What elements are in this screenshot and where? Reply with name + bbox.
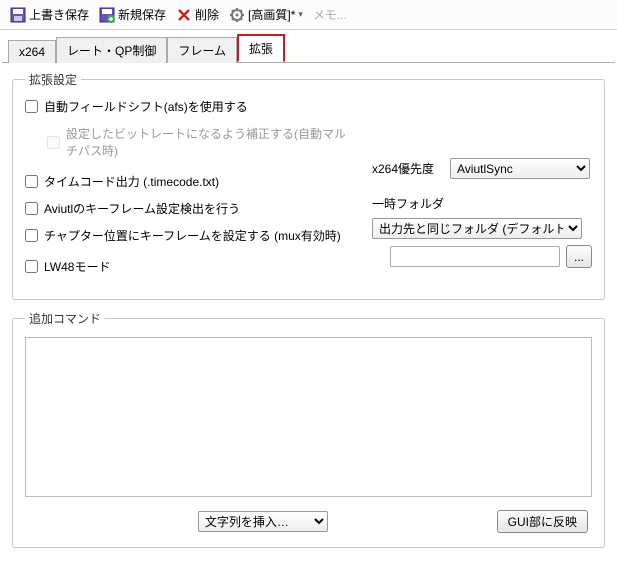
gear-icon <box>229 7 245 23</box>
toolbar: 上書き保存 新規保存 削除 [高画質]* ▾ メモ... <box>0 0 617 30</box>
timecode-label: タイムコード出力 (.timecode.txt) <box>44 173 219 190</box>
insert-string-select[interactable]: 文字列を挿入… <box>198 511 328 532</box>
save-new-button[interactable]: 新規保存 <box>95 4 170 25</box>
tempfolder-label: 一時フォルダ <box>372 195 592 212</box>
afs-bitrate-correct-label: 設定したビットレートになるよう補正する(自動マルチパス時) <box>66 125 352 159</box>
tab-frame[interactable]: フレーム <box>167 37 237 63</box>
tab-rate-qp[interactable]: レート・QP制御 <box>56 37 167 63</box>
afs-checkbox[interactable] <box>25 100 38 113</box>
chevron-down-icon: ▾ <box>298 9 303 20</box>
delete-icon <box>176 7 192 23</box>
save-new-icon <box>99 7 115 23</box>
preset-label: [高画質]* <box>248 6 295 23</box>
chapter-keyframe-label: チャプター位置にキーフレームを設定する (mux有効時) <box>44 227 341 244</box>
browse-folder-button[interactable]: ... <box>566 245 592 268</box>
chapter-keyframe-checkbox[interactable] <box>25 229 38 242</box>
save-overwrite-label: 上書き保存 <box>29 6 89 23</box>
save-new-label: 新規保存 <box>118 6 166 23</box>
tab-x264[interactable]: x264 <box>8 40 56 63</box>
save-overwrite-button[interactable]: 上書き保存 <box>6 4 93 25</box>
lw48-checkbox[interactable] <box>25 260 38 273</box>
timecode-checkbox[interactable] <box>25 175 38 188</box>
aviutl-keyframe-checkbox[interactable] <box>25 202 38 215</box>
additional-command-group: 追加コマンド 文字列を挿入… GUI部に反映 <box>12 310 605 548</box>
extension-settings-group: 拡張設定 自動フィールドシフト(afs)を使用する 設定したビットレートになるよ… <box>12 71 605 300</box>
tab-extension[interactable]: 拡張 <box>237 34 285 62</box>
additional-command-legend: 追加コマンド <box>25 310 105 327</box>
tempfolder-path-input[interactable] <box>390 246 560 267</box>
tab-panel-extension: 拡張設定 自動フィールドシフト(afs)を使用する 設定したビットレートになるよ… <box>2 62 615 562</box>
extension-settings-legend: 拡張設定 <box>25 71 81 88</box>
additional-command-textarea[interactable] <box>25 337 592 497</box>
priority-select[interactable]: AviutlSync <box>450 158 590 179</box>
delete-label: 削除 <box>195 6 219 23</box>
tempfolder-select[interactable]: 出力先と同じフォルダ (デフォルト) <box>372 218 582 239</box>
preset-button[interactable]: [高画質]* ▾ <box>225 4 307 25</box>
aviutl-keyframe-label: Aviutlのキーフレーム設定検出を行う <box>44 200 240 217</box>
memo-label: メモ... <box>313 6 347 23</box>
afs-bitrate-correct-checkbox <box>47 136 60 149</box>
lw48-label: LW48モード <box>44 258 110 275</box>
priority-label: x264優先度 <box>372 160 442 177</box>
memo-button[interactable]: メモ... <box>309 4 351 25</box>
save-icon <box>10 7 26 23</box>
apply-to-gui-button[interactable]: GUI部に反映 <box>497 510 588 533</box>
tab-bar: x264 レート・QP制御 フレーム 拡張 <box>0 30 617 62</box>
afs-label: 自動フィールドシフト(afs)を使用する <box>44 98 248 115</box>
delete-button[interactable]: 削除 <box>172 4 223 25</box>
